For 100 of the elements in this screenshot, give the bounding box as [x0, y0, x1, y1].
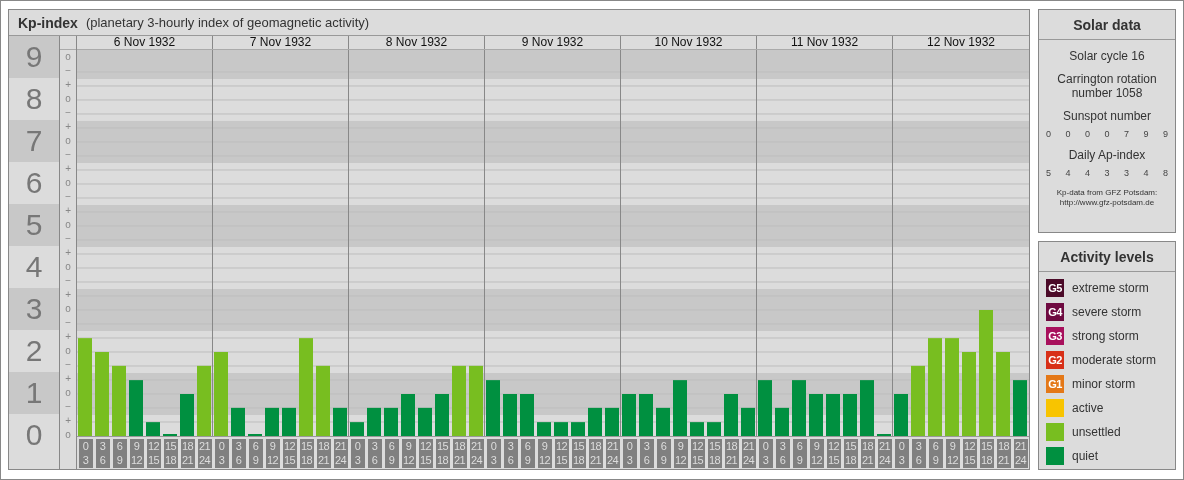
bar [350, 422, 364, 436]
solar-cycle-text: Solar cycle 16 [1068, 49, 1146, 63]
time-slot-label: 3 6 [911, 439, 926, 468]
ap-value: 5 [1046, 168, 1051, 178]
date-label: 11 Nov 1932 [757, 36, 893, 49]
kp-level-label: 3 [25, 292, 43, 326]
ap-value: 3 [1104, 168, 1110, 178]
kp-level-label: 6 [25, 166, 43, 200]
kp-level-label: 4 [25, 250, 43, 284]
time-slot-label: 3 6 [367, 439, 382, 468]
sub-level-label: + [65, 330, 72, 344]
bar [690, 422, 704, 436]
bar [333, 407, 347, 436]
bar [231, 407, 245, 436]
level-label: extreme storm [1072, 281, 1149, 295]
level-label: moderate storm [1072, 353, 1157, 367]
time-slot-label: 15 18 [979, 439, 994, 468]
bar [911, 365, 925, 436]
time-slot-label: 9 12 [129, 439, 144, 468]
level-label: minor storm [1072, 377, 1136, 391]
ap-value: 4 [1084, 168, 1090, 178]
bar [894, 394, 908, 436]
time-slot-label: 15 18 [163, 439, 178, 468]
time-slot-label: 9 12 [673, 439, 688, 468]
date-label: 9 Nov 1932 [485, 36, 621, 49]
sunspot-value: 0 [1084, 129, 1090, 139]
kp-level-label: 1 [25, 376, 43, 410]
ap-value: 3 [1123, 168, 1129, 178]
sub-level-label: o [65, 260, 71, 274]
sub-level-label: o [65, 218, 71, 232]
time-slot-label: 18 21 [588, 439, 603, 468]
time-slot-label: 15 18 [299, 439, 314, 468]
time-slot-label: 12 15 [962, 439, 977, 468]
sub-level-label: o [65, 428, 71, 442]
level-label: quiet [1072, 449, 1099, 463]
sub-level-label: o [65, 344, 71, 358]
sub-level-label: o [65, 176, 71, 190]
bar [673, 380, 687, 436]
level-label: severe storm [1072, 305, 1142, 319]
bar [860, 380, 874, 436]
bar [384, 407, 398, 436]
time-slot-label: 6 9 [792, 439, 807, 468]
sunspot-value: 9 [1162, 129, 1168, 139]
ap-value: 8 [1162, 168, 1168, 178]
time-slot-label: 18 21 [724, 439, 739, 468]
date-label: 8 Nov 1932 [349, 36, 485, 49]
bar [724, 394, 738, 436]
sub-level-label: + [65, 288, 72, 302]
sub-level-label: − [65, 316, 72, 330]
bar [537, 422, 551, 436]
bar [639, 394, 653, 436]
time-slot-label: 9 12 [265, 439, 280, 468]
bar [197, 365, 211, 436]
bar [435, 394, 449, 436]
bar [758, 380, 772, 436]
time-slot-label: 12 15 [554, 439, 569, 468]
time-slot-label: 0 3 [758, 439, 773, 468]
sub-level-label: + [65, 372, 72, 386]
level-swatch: G5 [1046, 279, 1064, 297]
bar [129, 380, 143, 436]
time-slot-label: 6 9 [928, 439, 943, 468]
sunspot-value: 7 [1123, 129, 1129, 139]
time-slot-label: 0 3 [78, 439, 93, 468]
kp-level-label: 2 [25, 334, 43, 368]
kp-level-label: 5 [25, 208, 43, 242]
kp-level-label: 8 [25, 82, 43, 116]
time-slot-label: 6 9 [520, 439, 535, 468]
level-swatch: G1 [1046, 375, 1064, 393]
time-slot-label: 3 6 [231, 439, 246, 468]
carrington-text: Carrington rotation number 1058 [1056, 72, 1158, 100]
bar [486, 380, 500, 436]
time-slot-label: 12 15 [282, 439, 297, 468]
panel-title: Solar data [1039, 10, 1175, 40]
bar [1013, 380, 1027, 436]
level-label: unsettled [1072, 425, 1121, 439]
sub-level-label: − [65, 190, 72, 204]
bar [520, 394, 534, 436]
date-label: 12 Nov 1932 [925, 36, 997, 49]
time-slot-label: 6 9 [384, 439, 399, 468]
time-slot-label: 18 21 [180, 439, 195, 468]
time-slot-label: 0 3 [622, 439, 637, 468]
bar [265, 407, 279, 436]
bar [809, 394, 823, 436]
sunspot-value: 0 [1046, 129, 1051, 139]
sub-level-label: o [65, 134, 71, 148]
date-label: 7 Nov 1932 [213, 36, 349, 49]
sub-level-label: o [65, 302, 71, 316]
sub-level-label: o [65, 386, 71, 400]
time-slot-label: 18 21 [316, 439, 331, 468]
sub-level-label: o [65, 92, 71, 106]
time-slot-label: 18 21 [860, 439, 875, 468]
sunspot-heading: Sunspot number [1061, 109, 1153, 123]
source-link[interactable]: http://www.gfz-potsdam.de [1059, 198, 1155, 208]
bar [367, 407, 381, 436]
sub-level-label: − [65, 106, 72, 120]
bar [843, 394, 857, 436]
time-slot-label: 6 9 [112, 439, 127, 468]
level-label: active [1072, 401, 1104, 415]
bar [418, 407, 432, 436]
bar [469, 365, 483, 436]
